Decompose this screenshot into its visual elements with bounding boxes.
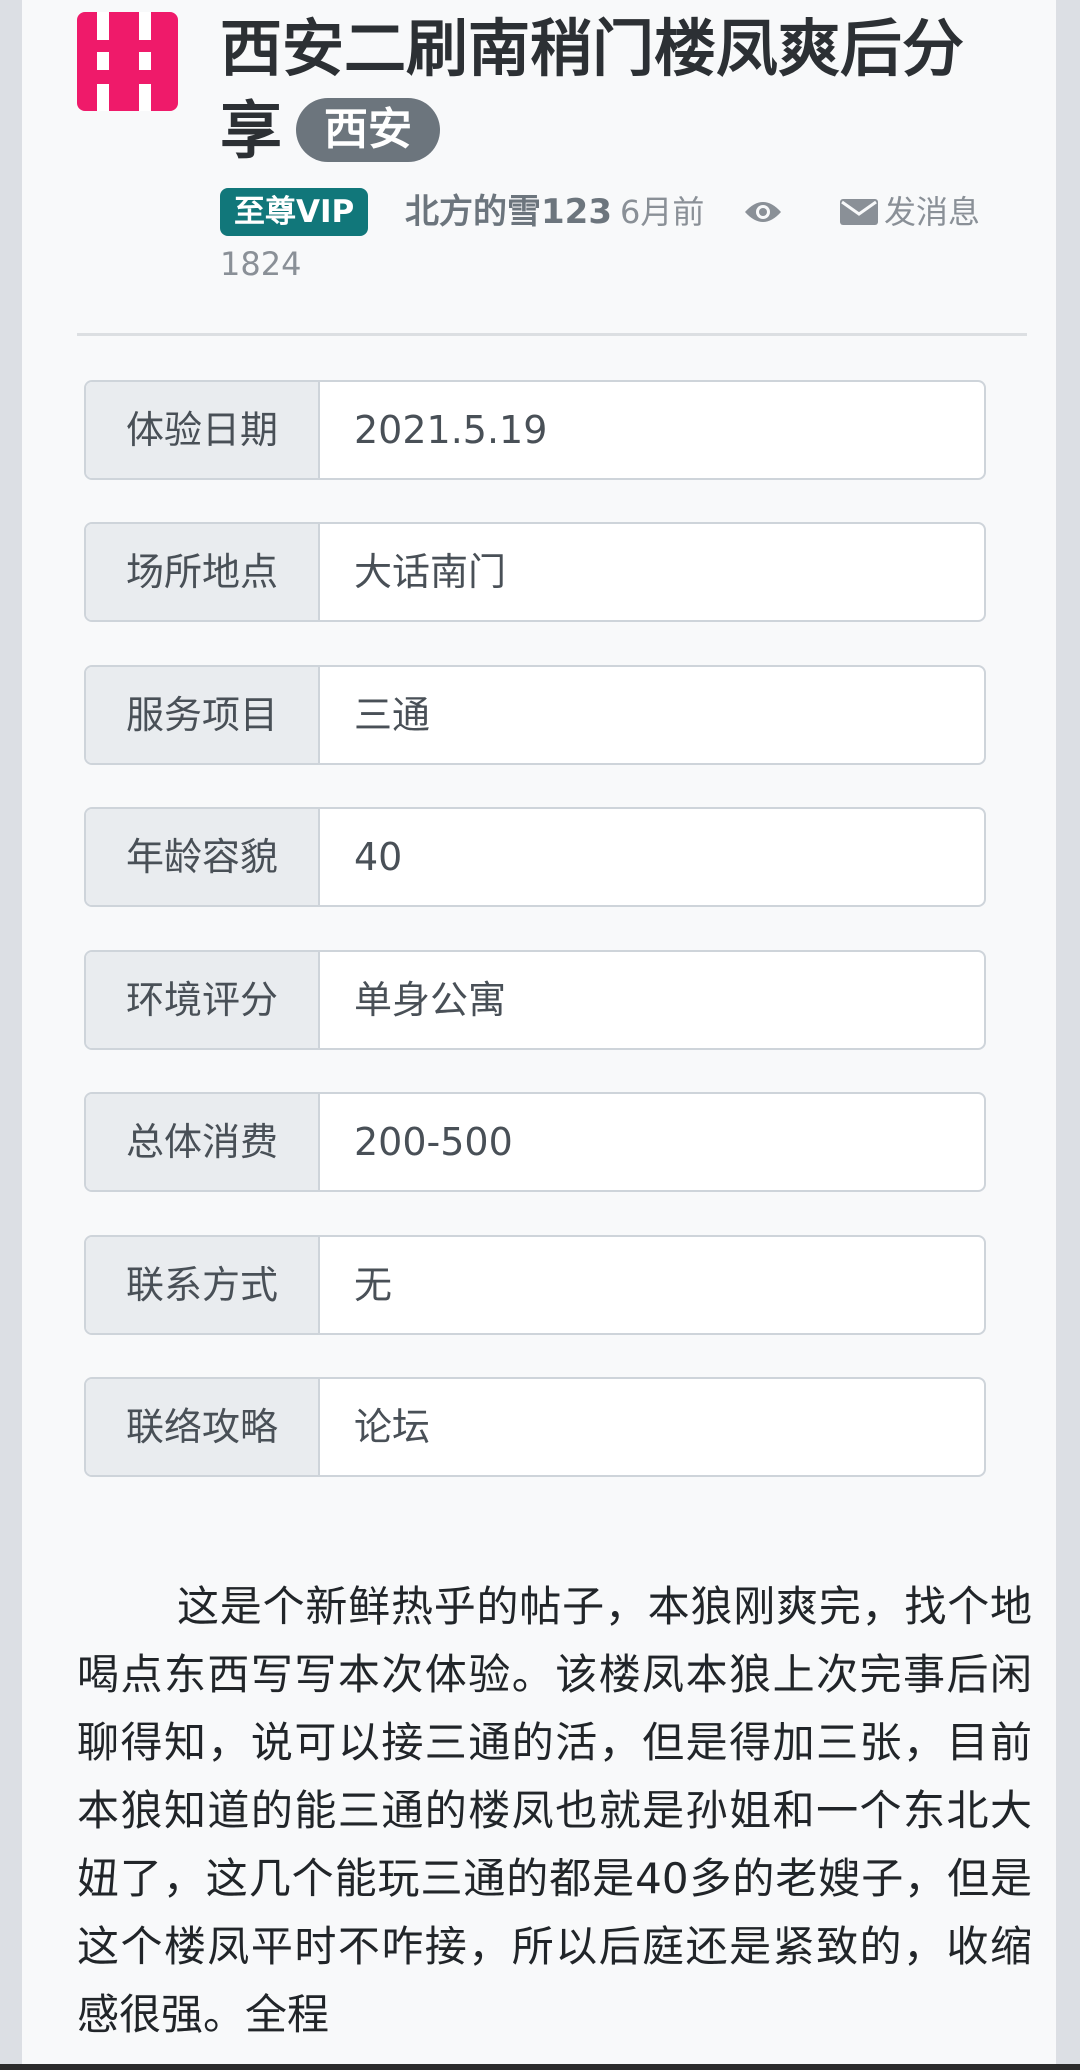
field-value: 单身公寓 — [354, 978, 507, 1022]
post-page: 西安二刷南稍门楼凤爽后分享 西安 至尊VIP 北方的雪123 6月前 1824 发… — [22, 0, 1056, 2070]
field-value: 大话南门 — [354, 550, 507, 594]
field-label: 联络攻略 — [86, 1379, 320, 1475]
field-value: 200-500 — [354, 1120, 513, 1164]
field-strategy: 联络攻略 论坛 — [84, 1377, 986, 1477]
divider — [77, 333, 1027, 336]
field-label: 环境评分 — [86, 952, 320, 1048]
send-message-label: 发消息 — [884, 193, 981, 231]
view-count: 1824 — [220, 245, 302, 283]
send-message-button[interactable]: 发消息 — [840, 186, 990, 238]
post-body: 这是个新鲜热乎的帖子，本狼刚爽完，找个地喝点东西写写本次体验。该楼凤本狼上次完事… — [77, 1582, 1032, 2039]
field-value: 三通 — [354, 693, 431, 737]
author-link[interactable]: 北方的雪123 — [405, 186, 612, 238]
city-badge[interactable]: 西安 — [296, 98, 441, 162]
field-date: 体验日期 2021.5.19 — [84, 380, 986, 480]
field-label: 服务项目 — [86, 667, 320, 763]
field-value: 2021.5.19 — [354, 408, 548, 452]
logo-icon[interactable] — [77, 12, 178, 111]
eye-icon — [745, 202, 781, 222]
field-cost: 总体消费 200-500 — [84, 1092, 986, 1192]
vip-badge: 至尊VIP — [220, 188, 369, 236]
field-label: 体验日期 — [86, 382, 320, 478]
bottom-bar — [0, 2064, 1080, 2070]
field-label: 总体消费 — [86, 1094, 320, 1190]
envelope-icon — [840, 199, 878, 225]
field-value: 无 — [354, 1263, 393, 1307]
post-time: 6月前 — [620, 193, 705, 231]
field-location: 场所地点 大话南门 — [84, 522, 986, 622]
field-service: 服务项目 三通 — [84, 665, 986, 765]
field-label: 场所地点 — [86, 524, 320, 620]
field-value: 40 — [354, 835, 403, 879]
field-value: 论坛 — [354, 1405, 431, 1449]
field-environment: 环境评分 单身公寓 — [84, 950, 986, 1050]
field-age: 年龄容貌 40 — [84, 807, 986, 907]
field-label: 联系方式 — [86, 1237, 320, 1333]
post-title: 西安二刷南稍门楼凤爽后分享 西安 — [220, 8, 1020, 172]
field-label: 年龄容貌 — [86, 809, 320, 905]
field-contact: 联系方式 无 — [84, 1235, 986, 1335]
